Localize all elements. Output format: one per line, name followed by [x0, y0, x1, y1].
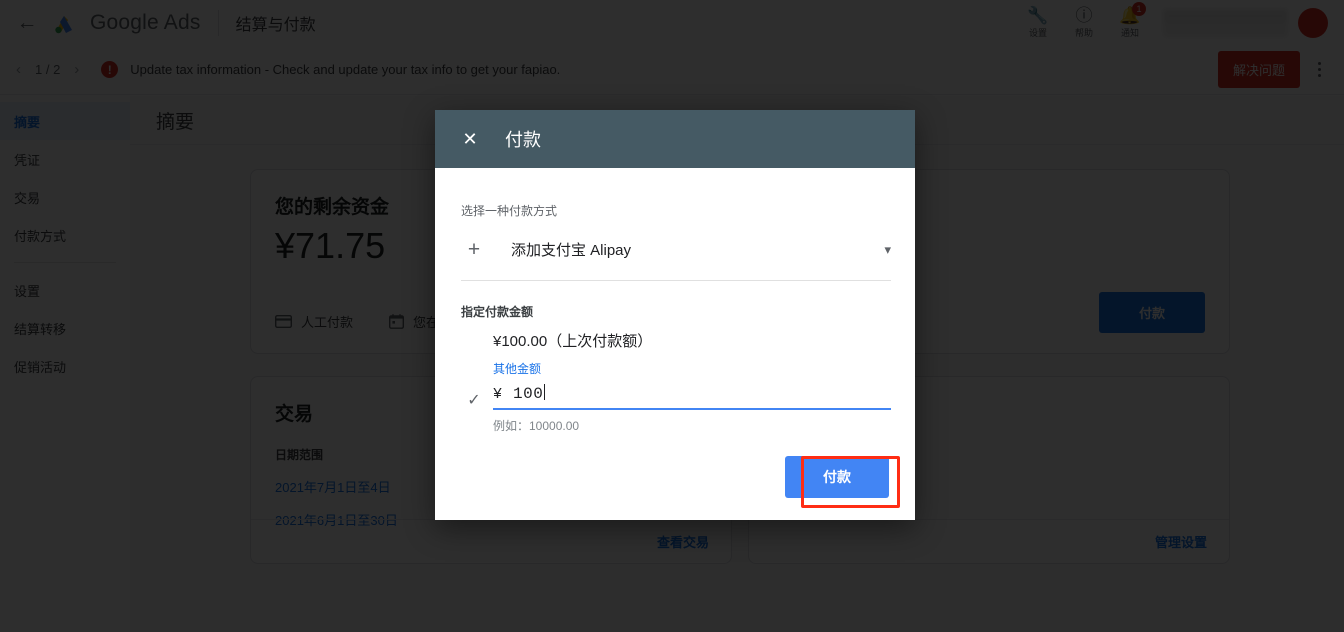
dialog-divider [461, 280, 891, 281]
chevron-down-icon: ▾ [884, 241, 891, 257]
payment-method-label: 选择一种付款方式 [461, 204, 558, 218]
close-x-icon[interactable]: ✕ [457, 126, 483, 152]
dialog-header: ✕ 付款 [435, 110, 915, 168]
payment-method-select[interactable]: + 添加支付宝 Alipay ▾ [461, 239, 891, 260]
payment-method-name: 添加支付宝 Alipay [511, 242, 632, 259]
text-caret [544, 384, 546, 400]
amount-value: 100 [513, 385, 544, 403]
last-amount-option[interactable]: ¥100.00（上次付款额） [493, 330, 891, 351]
other-amount-link[interactable]: 其他金额 [493, 360, 541, 377]
payment-dialog: ✕ 付款 选择一种付款方式 + 添加支付宝 Alipay ▾ 指定付款金额 ¥1… [435, 110, 915, 520]
dialog-actions: 付款 [785, 456, 889, 498]
dialog-title: 付款 [505, 130, 541, 150]
amount-section-label: 指定付款金额 [461, 305, 534, 319]
amount-hint: 例如：10000.00 [493, 419, 580, 433]
dialog-submit-button[interactable]: 付款 [785, 456, 889, 498]
plus-icon: + [467, 237, 481, 261]
amount-input-row: ✓ ¥ 100 [461, 382, 891, 410]
dialog-body: 选择一种付款方式 + 添加支付宝 Alipay ▾ 指定付款金额 ¥100.00… [435, 168, 915, 434]
amount-input[interactable]: ¥ 100 [493, 382, 891, 410]
check-icon: ✓ [467, 392, 481, 409]
screen-root: ← Google Ads 结算与付款 🔧 设置 ⓘ 帮助 [0, 0, 1344, 632]
currency-symbol: ¥ [493, 386, 503, 403]
